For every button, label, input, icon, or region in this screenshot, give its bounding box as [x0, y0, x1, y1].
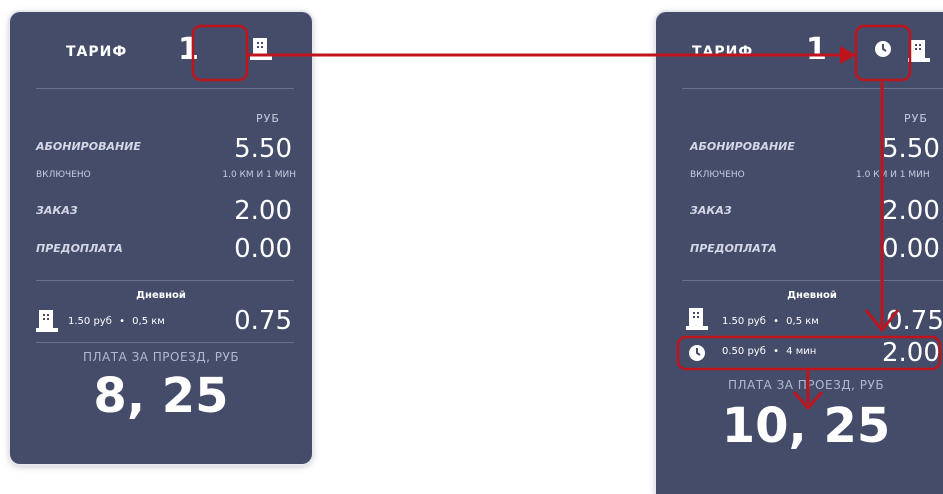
included-value: 1.0 КМ И 1 МИН	[222, 170, 296, 180]
distance-unit: 0,5 км	[132, 316, 165, 327]
prepayment-value: 0.00	[882, 234, 940, 264]
time-unit: 4 мин	[786, 346, 817, 357]
divider	[682, 280, 943, 281]
clock-icon[interactable]	[874, 40, 892, 58]
distance-rate: 1.50 руб • 0,5 км	[68, 316, 165, 327]
total-fare: 10, 25	[721, 398, 891, 454]
tariff-title: ТАРИФ	[692, 44, 754, 60]
prepayment-value: 0.00	[234, 234, 292, 264]
currency-label: РУБ	[256, 112, 280, 125]
divider	[36, 280, 294, 281]
building-icon	[686, 306, 708, 330]
prepayment-label: ПРЕДОПЛАТА	[36, 242, 123, 255]
distance-value: 0.75	[886, 306, 943, 336]
currency-label: РУБ	[904, 112, 928, 125]
order-value: 2.00	[882, 196, 940, 226]
total-fare: 8, 25	[93, 368, 229, 424]
subscription-label: АБОНИРОВАНИЕ	[36, 140, 141, 153]
clock-icon	[688, 344, 706, 362]
bullet-separator: •	[773, 346, 779, 357]
tariff-panel-before: ТАРИФ 1 РУБ АБОНИРОВАНИЕ 5.50 ВКЛЮЧЕНО 1…	[10, 12, 312, 464]
distance-price: 1.50 руб	[722, 316, 766, 327]
divider	[36, 88, 294, 89]
bullet-separator: •	[773, 316, 779, 327]
tariff-number: 1	[806, 32, 827, 67]
order-label: ЗАКАЗ	[690, 204, 732, 217]
included-label: ВКЛЮЧЕНО	[36, 170, 91, 180]
prepayment-label: ПРЕДОПЛАТА	[690, 242, 777, 255]
subscription-value: 5.50	[234, 134, 292, 164]
order-label: ЗАКАЗ	[36, 204, 78, 217]
tariff-panel-after: ТАРИФ 1 РУБ АБОНИРОВАНИЕ 5.50 ВКЛЮЧЕНО 1…	[656, 12, 943, 494]
tariff-number: 1	[178, 32, 199, 67]
tariff-mode: Дневной	[136, 290, 186, 301]
building-icon[interactable]	[250, 36, 272, 60]
time-price: 0.50 руб	[722, 346, 766, 357]
subscription-label: АБОНИРОВАНИЕ	[690, 140, 795, 153]
divider	[36, 342, 294, 343]
distance-price: 1.50 руб	[68, 316, 112, 327]
order-value: 2.00	[234, 196, 292, 226]
distance-unit: 0,5 км	[786, 316, 819, 327]
tariff-title: ТАРИФ	[66, 44, 128, 60]
included-label: ВКЛЮЧЕНО	[690, 170, 745, 180]
bullet-separator: •	[119, 316, 125, 327]
tariff-mode: Дневной	[787, 290, 837, 301]
included-value: 1.0 КМ И 1 МИН	[856, 170, 930, 180]
distance-rate: 1.50 руб • 0,5 км	[722, 316, 819, 327]
divider	[682, 88, 943, 89]
total-caption: ПЛАТА ЗА ПРОЕЗД, РУБ	[727, 378, 885, 392]
subscription-value: 5.50	[882, 134, 940, 164]
distance-value: 0.75	[234, 306, 292, 336]
building-icon[interactable]	[908, 38, 930, 62]
time-value: 2.00	[882, 338, 940, 368]
building-icon	[36, 308, 58, 332]
time-rate: 0.50 руб • 4 мин	[722, 346, 816, 357]
total-caption: ПЛАТА ЗА ПРОЕЗД, РУБ	[82, 350, 240, 364]
